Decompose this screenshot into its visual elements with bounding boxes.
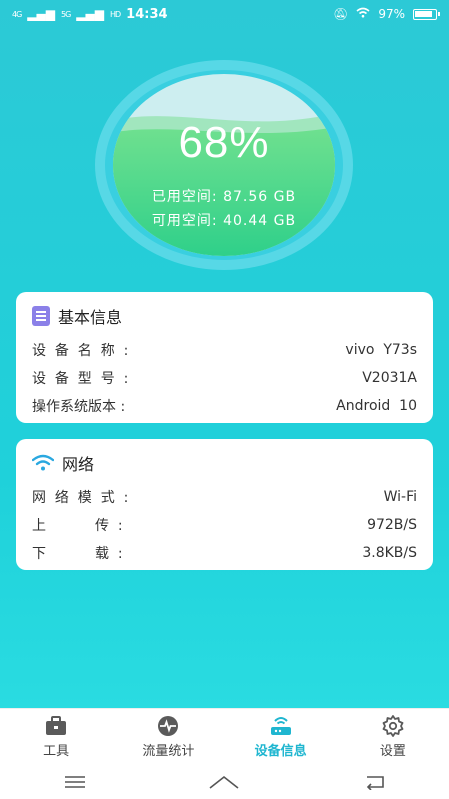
- status-left: 4G ▂▄▆ 5G ▂▄▆ HD 14:34: [12, 7, 168, 22]
- used-percent: 68%: [178, 118, 270, 167]
- router-icon: [270, 716, 291, 735]
- network-4g-indicator: 4G: [12, 9, 22, 19]
- tab-device-info[interactable]: 设备信息: [231, 715, 331, 759]
- tab-label: 流量统计: [142, 743, 195, 759]
- free-space: 可用空间: 40.44 GB: [113, 210, 335, 230]
- row-label: 下 载 :: [32, 546, 123, 562]
- row-value: vivo Y73s: [345, 342, 417, 358]
- network-5g-indicator: 5G: [60, 9, 71, 19]
- row-value: V2031A: [362, 370, 417, 386]
- gauge-fill: 68% 已用空间: 87.56 GB 可用空间: 40.44 GB: [113, 74, 335, 256]
- status-time: 14:34: [126, 6, 168, 22]
- net-row-mode: 网 络 模 式 : Wi-Fi: [32, 483, 417, 511]
- net-row-upload: 上 传 : 972B/S: [32, 511, 417, 539]
- tab-label: 设备信息: [254, 743, 307, 759]
- row-label: 操作系统版本 :: [32, 399, 126, 415]
- row-value: 3.8KB/S: [362, 545, 417, 561]
- status-right: 🔕︎ 97%: [333, 7, 440, 21]
- info-row-os-version: 操作系统版本 : Android 10: [32, 392, 417, 420]
- mute-icon: 🔕︎: [333, 7, 349, 21]
- net-row-download: 下 载 : 3.8KB/S: [32, 539, 417, 567]
- battery-icon: [413, 8, 440, 20]
- network-title: 网络: [62, 455, 95, 474]
- status-bar: 4G ▂▄▆ 5G ▂▄▆ HD 14:34 🔕︎ 97%: [0, 0, 449, 28]
- basic-info-card: 基本信息 设 备 名 称 : vivo Y73s 设 备 型 号 : V2031…: [16, 292, 433, 423]
- wifi-status-icon: [356, 7, 370, 21]
- tab-label: 工具: [43, 743, 70, 759]
- network-card: 网络 网 络 模 式 : Wi-Fi 上 传 : 972B/S 下 载 : 3.…: [16, 439, 433, 570]
- signal-icon: ▂▄▆: [27, 7, 55, 21]
- tab-traffic-stats[interactable]: 流量统计: [118, 715, 218, 759]
- row-label: 设 备 型 号 :: [32, 371, 129, 387]
- basic-info-header: 基本信息: [32, 304, 417, 328]
- info-row-device-model: 设 备 型 号 : V2031A: [32, 364, 417, 392]
- used-space-value: 87.56 GB: [223, 189, 297, 205]
- back-button[interactable]: [354, 772, 394, 792]
- hd-indicator: HD: [109, 9, 121, 19]
- back-icon: [367, 775, 384, 790]
- signal-icon-2: ▂▄▆: [76, 7, 104, 21]
- network-header: 网络: [32, 451, 417, 475]
- home-icon: [209, 775, 239, 789]
- info-row-device-name: 设 备 名 称 : vivo Y73s: [32, 336, 417, 364]
- row-label: 设 备 名 称 :: [32, 343, 129, 359]
- home-button[interactable]: [204, 772, 244, 792]
- document-icon: [32, 306, 50, 326]
- row-label: 网 络 模 式 :: [32, 490, 129, 506]
- tab-label: 设置: [379, 743, 406, 759]
- tab-settings[interactable]: 设置: [343, 714, 443, 759]
- tab-tools[interactable]: 工具: [6, 715, 106, 759]
- toolbox-icon: [46, 715, 67, 735]
- battery-percent: 97%: [378, 7, 405, 21]
- row-label: 上 传 :: [32, 518, 123, 534]
- gear-icon: [382, 714, 404, 737]
- used-space-label: 已用空间:: [151, 189, 218, 205]
- used-space: 已用空间: 87.56 GB: [113, 186, 335, 206]
- free-space-label: 可用空间:: [151, 213, 218, 229]
- wifi-icon: [32, 454, 54, 471]
- row-value: Android 10: [336, 398, 417, 414]
- pulse-icon: [158, 715, 179, 736]
- storage-gauge: 68% 已用空间: 87.56 GB 可用空间: 40.44 GB: [95, 60, 353, 270]
- basic-info-title: 基本信息: [58, 308, 123, 327]
- row-value: Wi-Fi: [383, 489, 417, 505]
- menu-button[interactable]: [55, 772, 95, 792]
- row-value: 972B/S: [367, 517, 417, 533]
- bottom-tab-bar: 工具 流量统计 设备信息 设置: [0, 708, 449, 764]
- menu-icon: [64, 775, 85, 788]
- free-space-value: 40.44 GB: [223, 213, 297, 229]
- system-nav-bar: [0, 764, 449, 799]
